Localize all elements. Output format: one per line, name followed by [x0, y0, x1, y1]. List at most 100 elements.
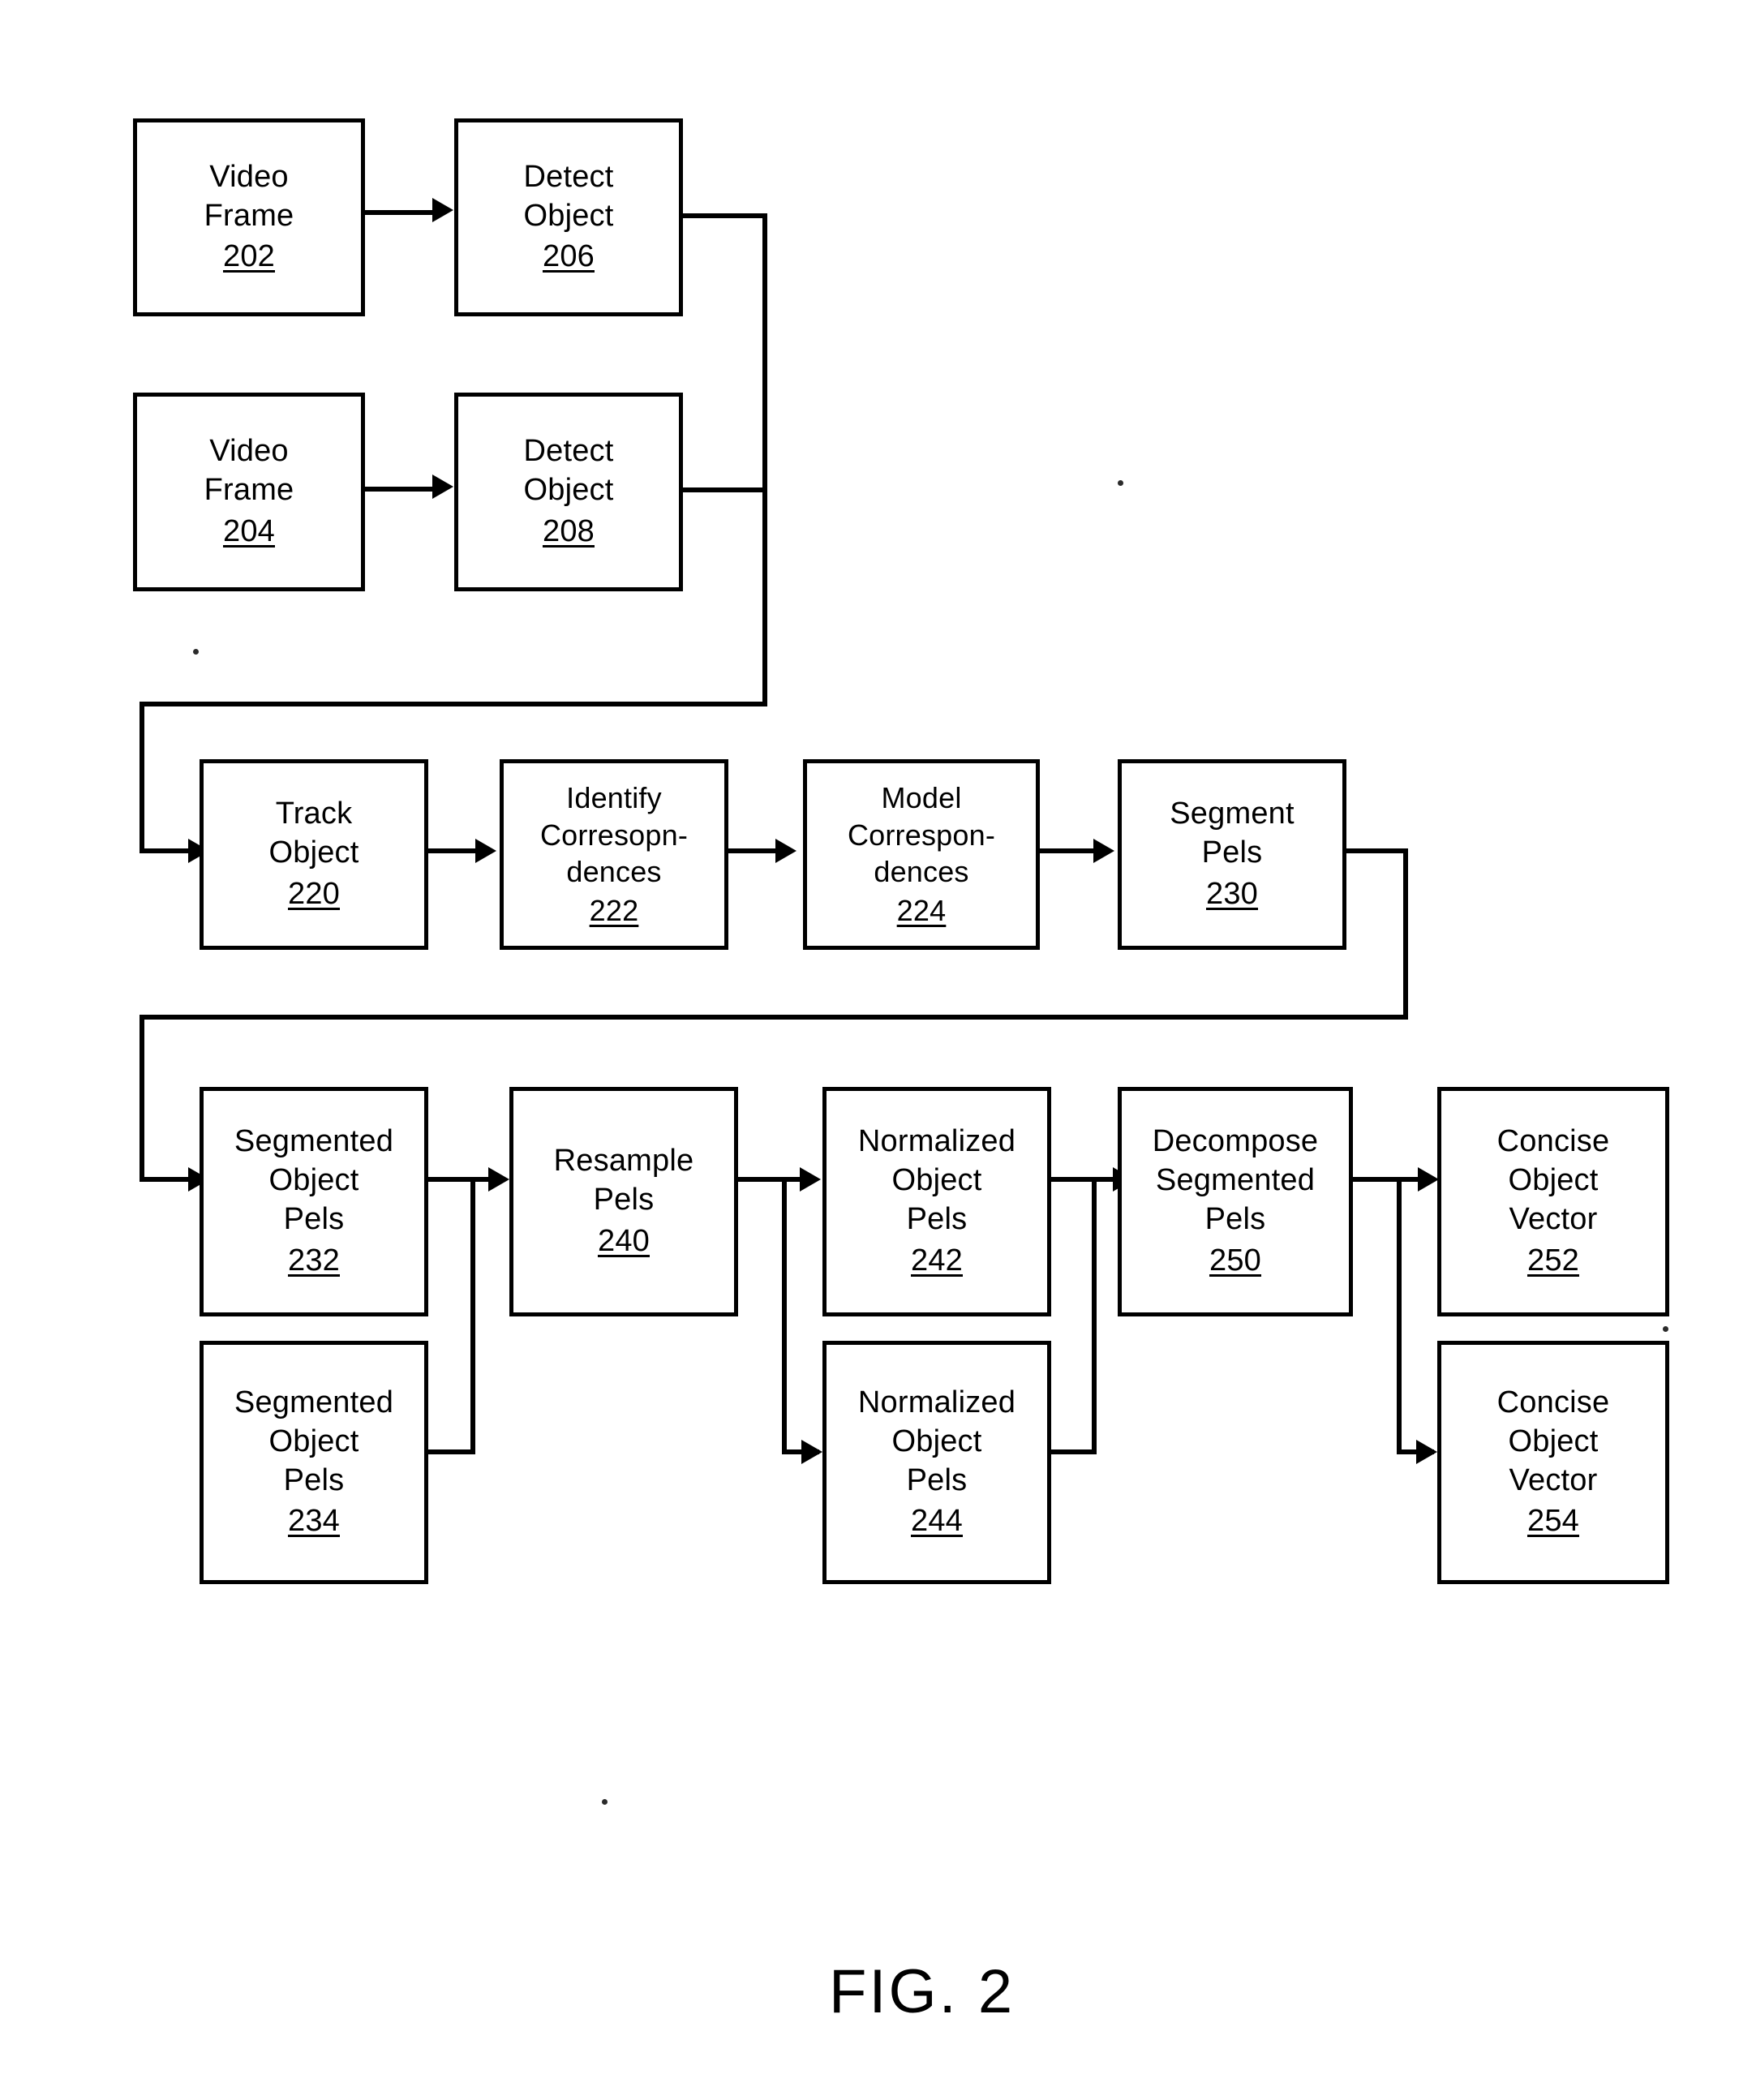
edge-244-250-out — [1051, 1449, 1097, 1454]
scan-speck — [193, 649, 199, 655]
node-label-line: Identify — [566, 781, 662, 815]
edge-202-206-line — [365, 210, 434, 215]
model-correspondences-224-box: Model Correspon- dences 224 — [803, 759, 1040, 950]
node-label-line: Pels — [1201, 835, 1263, 870]
node-reference-numeral: 222 — [589, 894, 639, 928]
scan-speck — [1663, 1326, 1668, 1332]
node-reference-numeral: 202 — [222, 239, 275, 274]
edge-242-250-line — [1051, 1177, 1118, 1182]
identify-correspondences-222-box: Identify Corresopn- dences 222 — [500, 759, 728, 950]
edge-202-206-arrowhead — [432, 198, 453, 222]
edge-250-254-drop — [1397, 1177, 1402, 1453]
node-label-line: Object — [523, 473, 614, 508]
node-label-line: Decompose — [1152, 1124, 1319, 1159]
node-label-line: Object — [523, 198, 614, 233]
edge-206-bus-segment — [680, 213, 767, 218]
normalized-object-pels-244-box: Normalized Object Pels 244 — [822, 1341, 1051, 1584]
node-reference-numeral: 250 — [1209, 1243, 1261, 1278]
normalized-object-pels-242-box: Normalized Object Pels 242 — [822, 1087, 1051, 1316]
node-label-line: Concise — [1496, 1385, 1610, 1419]
scan-speck — [1118, 480, 1123, 486]
node-label-line: Pels — [906, 1462, 968, 1497]
node-label-line: Track — [275, 797, 353, 831]
edge-240-242-line — [738, 1177, 805, 1182]
edge-234-240-out — [428, 1449, 475, 1454]
edge-232-240-line — [428, 1177, 493, 1182]
node-label-line: Object — [268, 835, 359, 870]
node-reference-numeral: 220 — [287, 876, 340, 911]
resample-pels-240-box: Resample Pels 240 — [509, 1087, 738, 1316]
edge-230-232-drop — [1403, 848, 1408, 1020]
node-label-line: Segmented — [1155, 1163, 1316, 1198]
edge-250-252-line — [1353, 1177, 1423, 1182]
edge-208-bus-segment — [680, 487, 767, 492]
node-label-line: Correspon- — [847, 818, 996, 852]
node-label-line: Segmented — [234, 1385, 394, 1419]
node-label-line: Pels — [283, 1202, 345, 1236]
node-label-line: Normalized — [857, 1385, 1016, 1419]
concise-object-vector-252-box: Concise Object Vector 252 — [1437, 1087, 1669, 1316]
edge-250-254-arrowhead — [1416, 1440, 1437, 1464]
segmented-object-pels-234-box: Segmented Object Pels 234 — [200, 1341, 428, 1584]
node-reference-numeral: 240 — [597, 1223, 650, 1258]
node-label-line: Detect — [523, 434, 614, 469]
video-frame-204-box: Video Frame 204 — [133, 393, 365, 591]
node-label-line: Object — [1508, 1424, 1599, 1458]
figure-page: Video Frame 202 Detect Object 206 Video … — [0, 0, 1739, 2100]
detect-bus-horizontal-return — [140, 702, 767, 706]
node-label-line: Object — [891, 1163, 982, 1198]
node-reference-numeral: 230 — [1205, 876, 1258, 911]
node-label-line: Vector — [1509, 1462, 1598, 1497]
decompose-segmented-pels-250-box: Decompose Segmented Pels 250 — [1118, 1087, 1353, 1316]
edge-222-224-line — [728, 848, 779, 853]
figure-caption: FIG. 2 — [829, 1957, 1015, 2026]
node-reference-numeral: 208 — [542, 513, 595, 548]
node-label-line: Frame — [204, 198, 294, 233]
node-label-line: Pels — [1204, 1202, 1266, 1236]
node-reference-numeral: 234 — [287, 1504, 340, 1539]
node-label-line: Object — [1508, 1163, 1599, 1198]
edge-230-232-return — [140, 1015, 1408, 1020]
node-label-line: Object — [268, 1424, 359, 1458]
edge-230-232-left-drop — [140, 1015, 144, 1182]
edge-bus-220-line — [140, 848, 193, 853]
edge-220-222-line — [428, 848, 479, 853]
node-label-line: Segmented — [234, 1124, 394, 1159]
node-label-line: Vector — [1509, 1202, 1598, 1236]
edge-230-232-line — [140, 1177, 193, 1182]
node-reference-numeral: 244 — [910, 1504, 963, 1539]
edge-240-244-drop — [782, 1177, 787, 1453]
node-label-line: Pels — [593, 1183, 655, 1217]
node-reference-numeral: 204 — [222, 513, 275, 548]
node-reference-numeral: 232 — [287, 1243, 340, 1278]
edge-204-208-line — [365, 487, 434, 492]
node-label-line: Resample — [553, 1144, 694, 1179]
edge-250-252-arrowhead — [1418, 1167, 1439, 1192]
node-label-line: Normalized — [857, 1124, 1016, 1159]
node-label-line: Concise — [1496, 1124, 1610, 1159]
node-label-line: Video — [209, 434, 289, 469]
segment-pels-230-box: Segment Pels 230 — [1118, 759, 1346, 950]
edge-240-244-arrowhead — [801, 1440, 822, 1464]
edge-204-208-arrowhead — [432, 475, 453, 499]
node-label-line: Model — [881, 781, 962, 815]
edge-232-240-arrowhead — [488, 1167, 509, 1192]
detect-bus-vertical — [762, 213, 767, 706]
edge-222-224-arrowhead — [775, 839, 797, 863]
edge-224-230-line — [1040, 848, 1098, 853]
node-label-line: Pels — [906, 1202, 968, 1236]
node-reference-numeral: 224 — [896, 894, 947, 928]
node-reference-numeral: 252 — [1526, 1243, 1579, 1278]
edge-244-250-riser — [1092, 1177, 1097, 1454]
edge-230-232-out — [1343, 848, 1408, 853]
edge-240-242-arrowhead — [800, 1167, 821, 1192]
track-object-220-box: Track Object 220 — [200, 759, 428, 950]
node-reference-numeral: 242 — [910, 1243, 963, 1278]
node-label-line: Detect — [523, 159, 614, 194]
node-reference-numeral: 206 — [542, 239, 595, 274]
edge-220-222-arrowhead — [475, 839, 496, 863]
video-frame-202-box: Video Frame 202 — [133, 118, 365, 316]
node-label-line: Frame — [204, 473, 294, 508]
segmented-object-pels-232-box: Segmented Object Pels 232 — [200, 1087, 428, 1316]
scan-speck — [602, 1799, 608, 1805]
